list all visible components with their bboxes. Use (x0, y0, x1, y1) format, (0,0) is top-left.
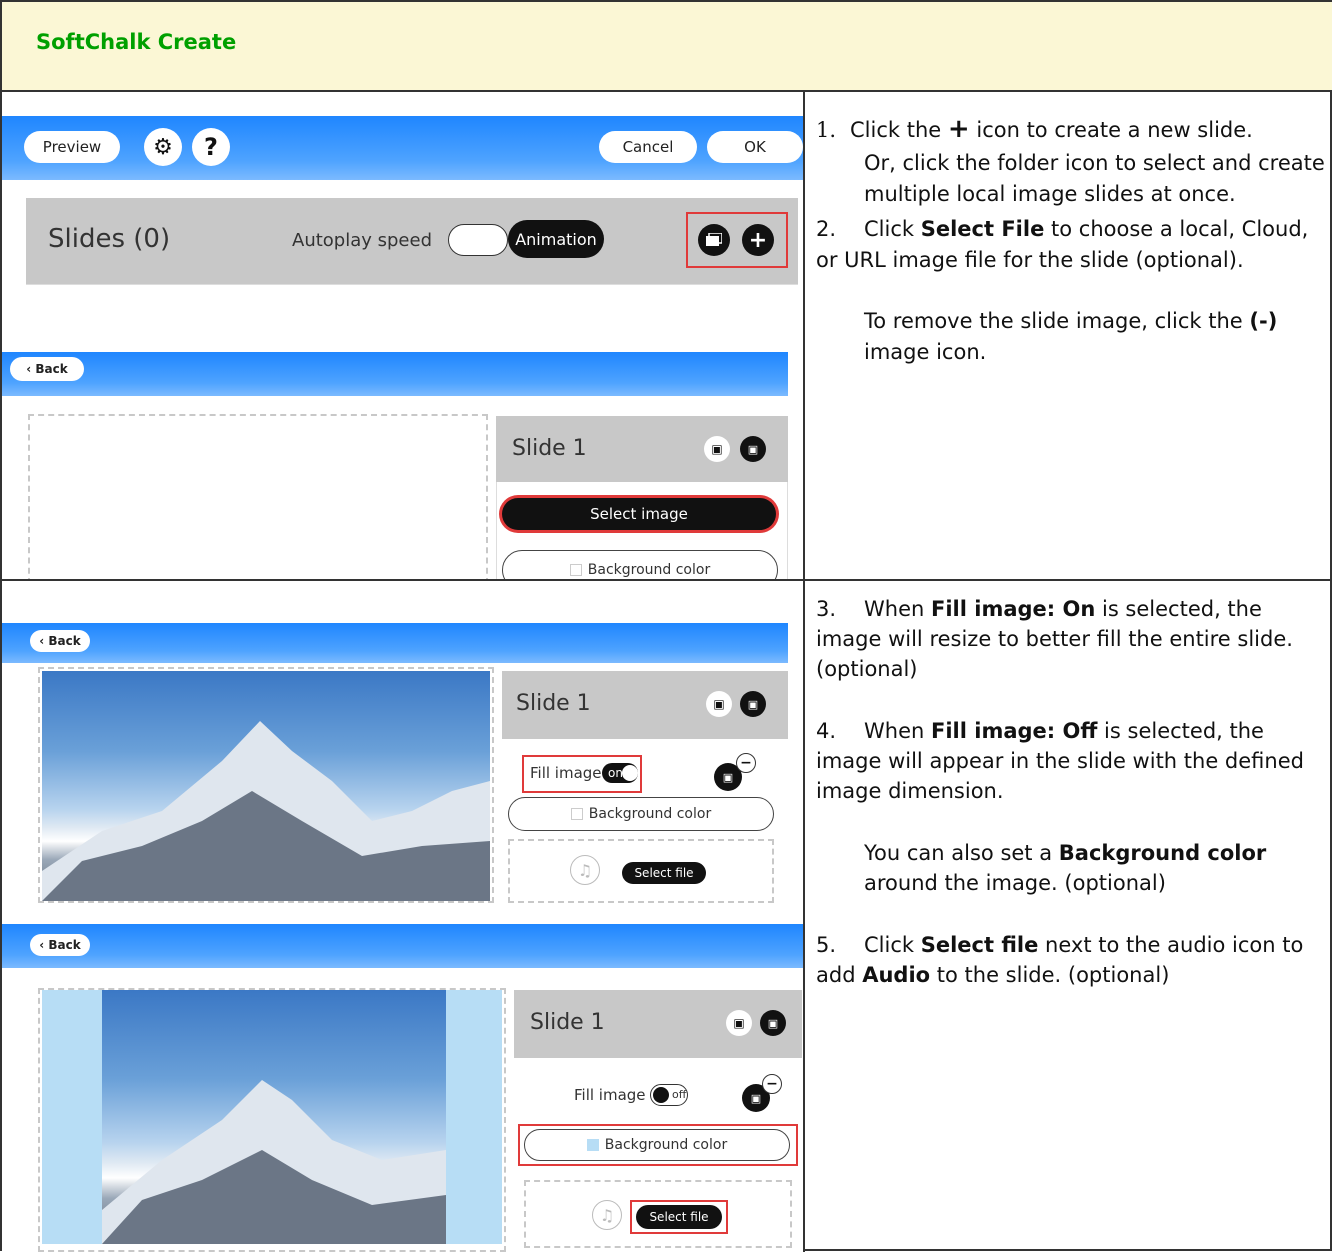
image-icon[interactable]: ▣ (706, 691, 732, 717)
image-icon[interactable]: ▣ (726, 1010, 752, 1036)
mountain-image (102, 990, 446, 1244)
background-color-button[interactable]: Background color (508, 797, 774, 831)
fill-off-text: off (672, 1088, 687, 1101)
slide-title: Slide 1 (530, 1010, 605, 1035)
ok-button[interactable]: OK (707, 131, 803, 163)
animation-button[interactable]: Animation (508, 220, 604, 258)
select-file-button[interactable]: Select file (636, 1205, 722, 1229)
column-divider (803, 92, 805, 1252)
editor-toolbar (2, 352, 788, 396)
back-button[interactable]: ‹ Back (30, 630, 90, 652)
select-file-button[interactable]: Select file (622, 862, 706, 884)
background-color-label: Background color (604, 1137, 728, 1153)
color-swatch (586, 1139, 599, 1151)
fill-image-label: Fill image (574, 1086, 646, 1104)
slides-body-line (26, 284, 798, 285)
background-color-button[interactable]: Background color (524, 1129, 790, 1161)
slide-canvas (28, 414, 488, 579)
toggle-knob (653, 1087, 669, 1103)
header-bar: SoftChalk Create (2, 2, 1332, 92)
color-swatch (570, 808, 583, 820)
toggle-knob (622, 765, 638, 781)
gear-icon[interactable]: ⚙ (144, 128, 182, 166)
autoplay-toggle[interactable] (448, 224, 508, 256)
instructions-top: 1. Click the + icon to create a new slide… (816, 114, 1325, 364)
instructions-bottom: 3. When Fill image: On is selected, the i… (816, 597, 1304, 987)
page-title: SoftChalk Create (36, 30, 237, 54)
slides-title: Slides (0) (48, 224, 171, 254)
editor-toolbar (2, 924, 803, 968)
color-swatch (569, 564, 582, 576)
music-icon[interactable]: ♫ (592, 1200, 622, 1230)
slide-title: Slide 1 (512, 436, 587, 461)
screenshot-fill-off: ‹ Back Slide 1 ▣ ▣ Fill image off ▣ − Ba… (2, 914, 803, 1252)
remove-image-icon[interactable]: ▣ (740, 691, 766, 717)
plus-glyph: + (947, 114, 970, 144)
cancel-button[interactable]: Cancel (599, 131, 697, 163)
help-icon[interactable]: ? (192, 128, 230, 166)
plus-icon[interactable]: + (742, 224, 774, 256)
back-button[interactable]: ‹ Back (30, 934, 90, 956)
remove-image-icon[interactable]: ▣ (760, 1010, 786, 1036)
minus-badge: − (736, 753, 756, 773)
background-color-button[interactable]: Background color (502, 550, 778, 579)
mountain-image (42, 671, 490, 901)
screenshot-fill-on: ‹ Back Slide 1 ▣ ▣ Fill image on ▣ − Bac… (2, 581, 803, 906)
minus-badge: − (762, 1074, 782, 1094)
editor-toolbar (2, 623, 788, 663)
background-color-label: Background color (587, 562, 711, 578)
fill-image-label: Fill image (530, 764, 602, 782)
document: SoftChalk Create Preview ⚙ ? Cancel OK S… (0, 0, 1332, 1252)
background-color-label: Background color (588, 806, 712, 822)
folder-icon[interactable] (698, 224, 730, 256)
back-button[interactable]: ‹ Back (10, 357, 84, 381)
select-image-button[interactable]: Select image (502, 498, 776, 530)
preview-button[interactable]: Preview (24, 131, 120, 163)
image-icon[interactable]: ▣ (704, 436, 730, 462)
autoplay-label: Autoplay speed (292, 230, 433, 251)
slide-title: Slide 1 (516, 691, 591, 716)
screenshot-slides-panel: Preview ⚙ ? Cancel OK Slides (0) Autopla… (2, 94, 803, 579)
remove-image-icon[interactable]: ▣ (740, 436, 766, 462)
music-icon[interactable]: ♫ (570, 855, 600, 885)
